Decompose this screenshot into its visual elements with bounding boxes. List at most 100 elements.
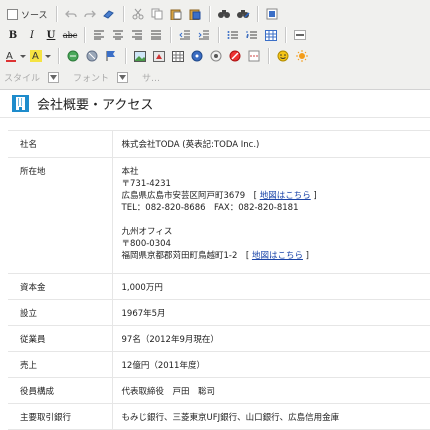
smiley-button[interactable] bbox=[274, 47, 292, 65]
toolbar-row-4: スタイル フォント サ… bbox=[4, 67, 182, 87]
select-all-button[interactable] bbox=[263, 5, 281, 23]
editor-content[interactable]: 会社概要・アクセス 社名 株式会社TODA (英表記:TODA Inc.) 所在… bbox=[0, 90, 430, 430]
separator bbox=[58, 48, 60, 64]
format-dropdown-label: スタイル bbox=[4, 73, 41, 84]
undo-button[interactable] bbox=[62, 5, 80, 23]
table-row: 売上 12億円（2011年度） bbox=[8, 351, 430, 378]
bulleted-list-button[interactable] bbox=[224, 26, 242, 44]
strikethrough-button[interactable]: abc bbox=[61, 26, 79, 44]
scissors-icon bbox=[132, 8, 144, 20]
cut-button[interactable] bbox=[129, 5, 147, 23]
horizontal-rule-button[interactable] bbox=[291, 26, 309, 44]
row-value: 1,000万円 bbox=[112, 273, 430, 300]
row-value: 12億円（2011年度） bbox=[112, 351, 430, 378]
redo-icon bbox=[83, 10, 96, 18]
table-row: 所在地 本社 〒731-4231 広島県広島市安芸区阿戸町3679 [ 地図はこ… bbox=[8, 157, 430, 274]
copy-icon bbox=[151, 8, 163, 20]
template-button[interactable] bbox=[293, 47, 311, 65]
copy-button[interactable] bbox=[148, 5, 166, 23]
indent-button[interactable] bbox=[195, 26, 213, 44]
underline-button[interactable]: U bbox=[42, 26, 60, 44]
remove-format-button[interactable] bbox=[100, 5, 118, 23]
row-value: もみじ銀行、三菱東京UFJ銀行、山口銀行、広島信用金庫 bbox=[112, 403, 430, 430]
separator bbox=[256, 6, 259, 22]
table-row: 従業員 97名（2012年9月現在） bbox=[8, 325, 430, 352]
toolbar-row-2: B I U abc bbox=[4, 25, 310, 45]
source-button[interactable]: ソース bbox=[4, 5, 51, 23]
size-dropdown-label: サ… bbox=[142, 73, 161, 84]
pagebreak-button[interactable] bbox=[245, 47, 263, 65]
special-char-button[interactable] bbox=[207, 47, 225, 65]
background-color-button[interactable]: A bbox=[29, 47, 53, 65]
heading-underline bbox=[0, 117, 430, 118]
size-dropdown[interactable]: サ… bbox=[142, 71, 168, 84]
replace-button[interactable] bbox=[234, 5, 252, 23]
align-right-icon bbox=[132, 30, 142, 40]
no-format-button[interactable] bbox=[226, 47, 244, 65]
address-line: 〒800-0304 bbox=[121, 239, 171, 249]
address-line: TEL：082-820-8686 FAX：082-820-8181 bbox=[121, 203, 299, 213]
flash-icon bbox=[153, 50, 165, 62]
find-button[interactable] bbox=[215, 5, 233, 23]
insert-table-button[interactable] bbox=[169, 47, 187, 65]
font-dropdown[interactable]: フォント bbox=[73, 71, 129, 84]
page-title: 会社概要・アクセス bbox=[37, 98, 154, 113]
align-left-icon bbox=[94, 30, 104, 40]
row-value: 株式会社TODA (英表記:TODA Inc.) bbox=[112, 130, 430, 158]
row-value: 代表取締役 戸田 聡司 bbox=[112, 377, 430, 404]
table-row: 設立 1967年5月 bbox=[8, 299, 430, 326]
redo-button[interactable] bbox=[81, 5, 99, 23]
outdent-button[interactable] bbox=[176, 26, 194, 44]
table-row: 社名 株式会社TODA (英表記:TODA Inc.) bbox=[8, 130, 430, 158]
format-dropdown[interactable]: スタイル bbox=[4, 71, 60, 84]
address-line-with-map: 福岡県京都郡苅田町鳥越町1-2 [ 地図はこちら ] bbox=[121, 251, 309, 261]
separator bbox=[55, 6, 58, 22]
anchor-button[interactable] bbox=[102, 47, 120, 65]
table-button[interactable] bbox=[262, 26, 280, 44]
align-center-icon bbox=[113, 30, 123, 40]
unlink-icon bbox=[86, 50, 97, 62]
separator bbox=[125, 48, 127, 64]
undo-icon bbox=[64, 10, 77, 18]
justify-icon bbox=[151, 30, 161, 40]
image-button[interactable] bbox=[131, 47, 149, 65]
align-center-button[interactable] bbox=[109, 26, 127, 44]
paste-word-icon bbox=[189, 9, 201, 20]
indent-icon bbox=[198, 30, 209, 40]
map-link[interactable]: 地図はこちら bbox=[260, 191, 311, 201]
map-link[interactable]: 地図はこちら bbox=[252, 251, 303, 261]
italic-button[interactable]: I bbox=[23, 26, 41, 44]
flash-button[interactable] bbox=[150, 47, 168, 65]
align-right-button[interactable] bbox=[128, 26, 146, 44]
bold-button[interactable]: B bbox=[4, 26, 22, 44]
separator bbox=[268, 48, 270, 64]
row-label: 所在地 bbox=[8, 157, 113, 274]
justify-button[interactable] bbox=[147, 26, 165, 44]
link-icon bbox=[67, 50, 78, 62]
chevron-down-icon bbox=[48, 71, 60, 83]
link-button[interactable] bbox=[64, 47, 82, 65]
grid-icon bbox=[172, 50, 184, 62]
row-value: 本社 〒731-4231 広島県広島市安芸区阿戸町3679 [ 地図はこちら ]… bbox=[112, 157, 430, 274]
numbered-list-button[interactable] bbox=[243, 26, 261, 44]
text-color-button[interactable]: A bbox=[4, 47, 28, 65]
row-label: 資本金 bbox=[8, 273, 113, 300]
row-label: 役員構成 bbox=[8, 377, 113, 404]
prohibited-icon bbox=[229, 50, 241, 62]
paste-button[interactable] bbox=[167, 5, 185, 23]
toolbar-row-3: A A bbox=[4, 46, 312, 66]
source-label: ソース bbox=[21, 10, 48, 21]
numbered-list-icon bbox=[246, 31, 257, 39]
paste-word-button[interactable] bbox=[186, 5, 204, 23]
bulleted-list-icon bbox=[227, 31, 238, 39]
section-heading: 会社概要・アクセス bbox=[12, 94, 153, 113]
row-label: 社名 bbox=[8, 130, 113, 158]
anchor-flag-icon bbox=[106, 51, 115, 61]
row-label: 従業員 bbox=[8, 325, 113, 352]
align-left-button[interactable] bbox=[90, 26, 108, 44]
media-button[interactable] bbox=[188, 47, 206, 65]
separator bbox=[122, 6, 125, 22]
unlink-button[interactable] bbox=[83, 47, 101, 65]
text-color-icon: A bbox=[6, 51, 26, 62]
sun-icon bbox=[296, 50, 308, 62]
